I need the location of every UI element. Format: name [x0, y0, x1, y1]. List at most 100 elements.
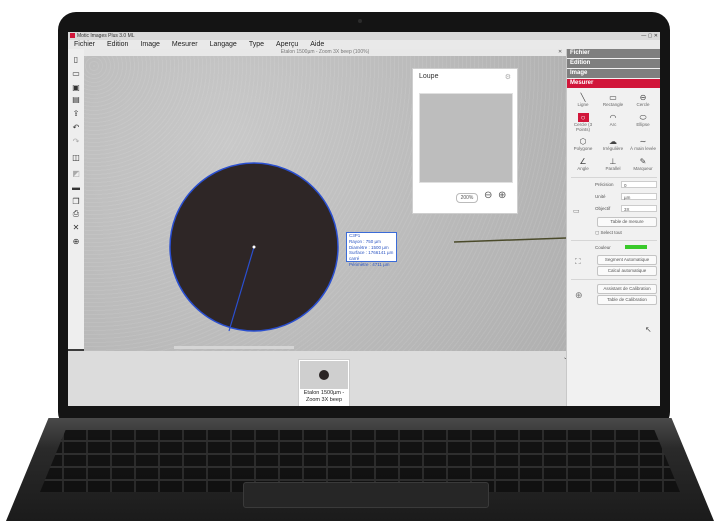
- angle-icon: ∠: [579, 157, 587, 166]
- loupe-title: Loupe: [419, 73, 439, 80]
- thumbnail-card[interactable]: Etalon 1500µm - Zoom 3X beep: [298, 359, 350, 406]
- ruler-settings-icon: ▭: [573, 208, 580, 215]
- export-icon[interactable]: ⇪: [71, 109, 81, 118]
- measurement-callout: C3P1 Rayon : 750 µm Diamètre : 1500 µm S…: [346, 232, 397, 267]
- left-toolbar: ▯ ▭ ▣ ▤ ⇪ ↶ ↷ ◫ ◩ ▬ ❐ ⎙ ✕ ⊕: [68, 49, 84, 349]
- menu-type[interactable]: Type: [249, 41, 264, 48]
- menu-bar: Fichier Edition Image Mesurer Langage Type Ape…: [68, 40, 660, 49]
- tool-main-levee[interactable]: ∼ À main levée: [630, 137, 656, 151]
- divider: [571, 240, 657, 241]
- loupe-settings-icon[interactable]: ⚙: [505, 73, 511, 81]
- measure-table-button[interactable]: Table de mesure: [597, 217, 657, 227]
- fiber-line: [453, 237, 566, 243]
- thumbnail-sample: [319, 370, 329, 380]
- screen: Motic Images Plus 3.0 ML — ▢ ✕ Fichier Ed…: [68, 32, 660, 406]
- undo-icon[interactable]: ↶: [71, 123, 81, 132]
- zoom-in-icon[interactable]: ⊕: [71, 237, 81, 246]
- right-panel: Fichier Edition Image Mesurer ╲ Ligne ▭ Re…: [566, 49, 660, 406]
- auto-calc-button[interactable]: Calcul automatique: [597, 266, 657, 276]
- tool-arc[interactable]: ◠ Arc: [600, 113, 626, 127]
- open-folder-icon[interactable]: ▭: [71, 69, 81, 78]
- webcam: [358, 19, 362, 23]
- section-image[interactable]: Image: [567, 69, 660, 78]
- circle-3-points-icon: ○: [577, 113, 589, 122]
- polygon-icon: ⬡: [579, 137, 587, 146]
- save-as-icon[interactable]: ▤: [71, 95, 81, 104]
- parallel-icon: ⊥: [609, 157, 617, 166]
- auto-segment-icon: ⛶: [575, 257, 581, 266]
- save-icon[interactable]: ▣: [71, 83, 81, 92]
- horizontal-scrollbar[interactable]: [174, 346, 294, 349]
- select-all-checkbox[interactable]: ▢ Select tout: [595, 230, 622, 236]
- trackpad: [243, 482, 489, 508]
- color-swatch[interactable]: [625, 245, 647, 249]
- title-bar: Motic Images Plus 3.0 ML — ▢ ✕: [68, 32, 660, 40]
- tool-ligne[interactable]: ╲ Ligne: [570, 93, 596, 107]
- menu-edition[interactable]: Edition: [107, 41, 128, 48]
- menu-image[interactable]: Image: [140, 41, 159, 48]
- tool-marqueur[interactable]: ✎ Marqueur: [630, 157, 656, 171]
- objective-select[interactable]: 3X: [621, 205, 657, 212]
- thumbnail-image: [300, 361, 348, 389]
- document-title: Etalon 1500µm - Zoom 3X beep (100%): [84, 49, 566, 56]
- freehand-icon: ∼: [639, 137, 647, 146]
- calibration-table-button[interactable]: Table de Calibration: [597, 295, 657, 305]
- auto-segment-button[interactable]: Segment Automatique: [597, 255, 657, 265]
- crop-icon[interactable]: ◫: [71, 153, 81, 162]
- section-fichier[interactable]: Fichier: [567, 49, 660, 58]
- menu-langage[interactable]: Langage: [210, 41, 237, 48]
- arc-icon: ◠: [609, 113, 617, 122]
- callout-surface: Surface : 1766141 µm carré: [349, 250, 394, 262]
- adjust-icon[interactable]: ◩: [71, 169, 81, 178]
- tool-cercle[interactable]: ⊖ Cercle: [630, 93, 656, 107]
- zoom-out-icon[interactable]: ⊖: [484, 190, 492, 201]
- marker-icon: ✎: [639, 157, 647, 166]
- tool-angle[interactable]: ∠ Angle: [570, 157, 596, 171]
- ruler-icon[interactable]: ▬: [71, 183, 81, 192]
- mouse-cursor-icon: ↖: [645, 325, 652, 334]
- color-label: Couleur: [595, 245, 611, 250]
- menu-aide[interactable]: Aide: [310, 41, 324, 48]
- divider: [571, 279, 657, 280]
- tool-ellipse[interactable]: ⬭ Ellipse: [630, 113, 656, 127]
- app-logo-icon: [70, 33, 75, 39]
- zoom-in-icon[interactable]: ⊕: [498, 190, 506, 201]
- loupe-panel: Loupe ⚙ 200% ⊖ ⊕: [412, 68, 518, 214]
- menu-fichier[interactable]: Fichier: [74, 41, 95, 48]
- print-icon[interactable]: ⎙: [71, 209, 81, 218]
- tool-polygone[interactable]: ⬡ Polygone: [570, 137, 596, 151]
- calibration-icon: ⊕: [575, 290, 583, 300]
- tool-parallel[interactable]: ⊥ Parallel: [600, 157, 626, 171]
- precision-select[interactable]: 0: [621, 181, 657, 188]
- close-document-icon[interactable]: ✕: [558, 49, 562, 55]
- layers-icon[interactable]: ❐: [71, 197, 81, 206]
- tool-irreguliere[interactable]: ☁ Irrégulière: [600, 137, 626, 151]
- calibration-assistant-button[interactable]: Assistant de Calibration: [597, 284, 657, 294]
- tool-cercle-3-points[interactable]: ○ Cercle (3 Points): [570, 113, 596, 132]
- irregular-icon: ☁: [609, 137, 617, 146]
- tools-icon[interactable]: ✕: [71, 223, 81, 232]
- menu-mesurer[interactable]: Mesurer: [172, 41, 198, 48]
- section-edition[interactable]: Edition: [567, 59, 660, 68]
- circle-icon: ⊖: [639, 93, 647, 102]
- rectangle-icon: ▭: [609, 93, 617, 102]
- thumbnail-label: Etalon 1500µm - Zoom 3X beep: [303, 390, 345, 403]
- divider: [571, 177, 657, 178]
- app-title: Motic Images Plus 3.0 ML: [77, 33, 135, 39]
- redo-icon[interactable]: ↷: [71, 137, 81, 146]
- callout-perimetre: Périmètre : 4711 µm: [349, 261, 390, 267]
- ellipse-icon: ⬭: [639, 113, 647, 122]
- loupe-zoom-level: 200%: [456, 193, 478, 203]
- window-controls-icon[interactable]: — ▢ ✕: [641, 32, 658, 40]
- circle-center: [252, 245, 256, 249]
- section-mesurer[interactable]: Mesurer: [567, 79, 660, 88]
- line-icon: ╲: [580, 93, 586, 102]
- objective-label: Objectif: [595, 206, 611, 211]
- new-file-icon[interactable]: ▯: [71, 55, 81, 64]
- loupe-image: [419, 93, 513, 183]
- tool-rectangle[interactable]: ▭ Rectangle: [600, 93, 626, 107]
- precision-label: Précision: [595, 182, 614, 187]
- unit-select[interactable]: µm: [621, 193, 657, 200]
- menu-apercu[interactable]: Aperçu: [276, 41, 298, 48]
- unit-label: Unité: [595, 194, 606, 199]
